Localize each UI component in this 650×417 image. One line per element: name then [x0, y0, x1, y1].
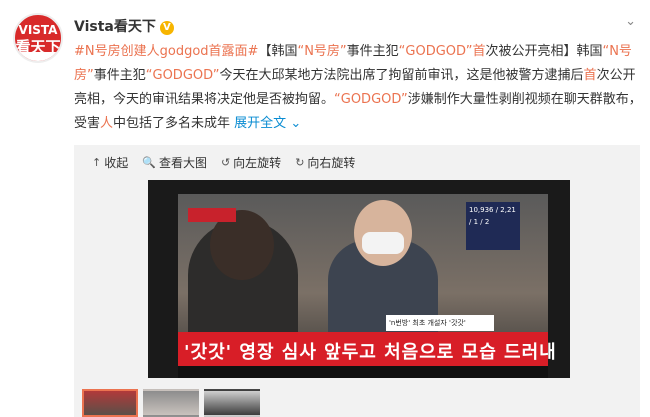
side-caption: 'n번방' 최초 개설자 '갓갓': [386, 315, 494, 331]
avatar-bottom-strip: [15, 52, 61, 61]
view-large-label: 查看大图: [158, 156, 207, 170]
news-headline: '갓갓' 영장 심사 앞두고 처음으로 모습 드러내: [184, 342, 557, 363]
news-badge: [188, 208, 236, 222]
thumbnail-2[interactable]: [143, 389, 199, 417]
body-text: 事件主犯: [346, 44, 399, 59]
account-name-row: Vista看天下 V: [74, 16, 174, 36]
body-text: 次被公开亮相】韩国: [485, 44, 603, 59]
collapse-label: 收起: [104, 156, 129, 170]
highlight-text[interactable]: 人: [100, 116, 113, 131]
highlight-text[interactable]: 首: [472, 44, 485, 59]
collapse-icon: ↑: [92, 156, 102, 169]
search-icon: 🔍: [142, 156, 156, 169]
highlight-text[interactable]: 首: [584, 68, 597, 83]
post-text: #N号房创建人godgod首露面#【韩国“N号房”事件主犯“GODGOD”首次被…: [74, 40, 642, 136]
thumbnail-1[interactable]: [82, 389, 138, 417]
thumbnail-3[interactable]: [204, 389, 260, 417]
body-text: 事件主犯: [93, 68, 146, 83]
body-text: 中包括了多名未成年: [113, 116, 235, 131]
collapse-button[interactable]: ↑ 收起: [92, 154, 128, 171]
menu-chevron-icon[interactable]: ⌄: [625, 14, 636, 29]
rotate-right-label: 向右旋转: [307, 156, 356, 170]
rotate-left-button[interactable]: ↺ 向左旋转: [221, 154, 281, 171]
rotate-right-icon: ↻: [295, 156, 305, 169]
media-box: ↑ 收起 🔍 查看大图 ↺ 向左旋转 ↻ 向右旋转 10,936 / 2,21 …: [74, 145, 640, 417]
highlight-text[interactable]: “N号房”: [297, 44, 346, 59]
expand-link[interactable]: 展开全文 ⌄: [234, 116, 301, 131]
body-text: 今天在大邱某地方法院出席了拘留前审讯，这是他被警方逮捕后: [219, 68, 584, 83]
media-toolbar: ↑ 收起 🔍 查看大图 ↺ 向左旋转 ↻ 向右旋转: [92, 154, 355, 171]
highlight-text[interactable]: “GODGOD”: [334, 92, 408, 107]
rotate-left-icon: ↺: [220, 156, 231, 169]
avatar[interactable]: VISTA 看天下: [13, 13, 63, 63]
news-ticker: [178, 366, 548, 378]
view-large-button[interactable]: 🔍 查看大图: [142, 154, 207, 171]
hashtag-link[interactable]: #N号房创建人godgod首露面#: [74, 44, 258, 59]
main-photo[interactable]: 10,936 / 2,21 / 1 / 2 'n번방' 최초 개설자 '갓갓' …: [148, 180, 570, 378]
chevron-down-icon: ⌄: [286, 116, 302, 131]
account-name[interactable]: Vista看天下: [74, 19, 156, 35]
rotate-right-button[interactable]: ↻ 向右旋转: [295, 154, 355, 171]
rotate-left-label: 向左旋转: [233, 156, 282, 170]
thumbnail-strip: [82, 389, 260, 417]
highlight-text[interactable]: “GODGOD”: [399, 44, 473, 59]
highlight-text[interactable]: “GODGOD”: [146, 68, 220, 83]
body-text: 【韩国: [258, 44, 298, 59]
face-mask: [362, 232, 404, 254]
verified-badge-icon: V: [159, 21, 174, 35]
avatar-logo-top: VISTA: [18, 23, 58, 37]
tv-stats-box: 10,936 / 2,21 / 1 / 2: [466, 202, 520, 250]
expand-label: 展开全文: [234, 116, 287, 131]
